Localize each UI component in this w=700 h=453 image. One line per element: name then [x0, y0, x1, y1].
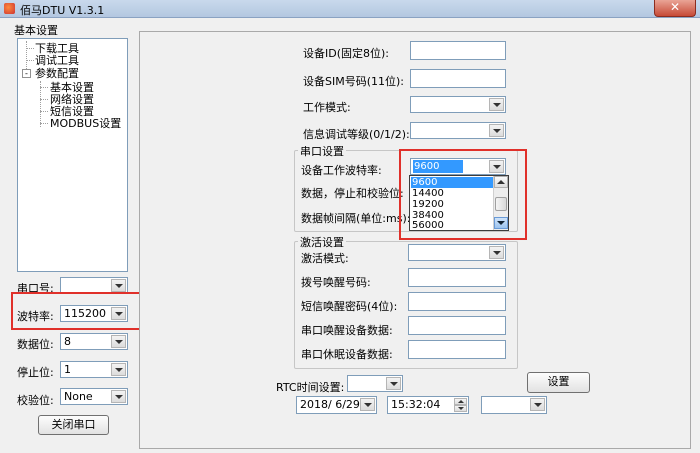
tree-line: [26, 41, 27, 71]
work-mode-select[interactable]: [410, 96, 506, 113]
title-bar: 佰马DTU V1.3.1 ✕: [0, 0, 700, 18]
date-value: 2018/ 6/29: [300, 398, 360, 411]
tree-item-modbus-settings[interactable]: MODBUS设置: [50, 117, 121, 130]
parity-value: None: [64, 390, 93, 403]
stopbits-select[interactable]: 1: [60, 361, 128, 378]
rtc-select[interactable]: [347, 375, 403, 392]
data-stop-parity-label: 数据，停止和校验位:: [301, 187, 404, 200]
chevron-down-icon[interactable]: [386, 377, 401, 390]
work-baud-label: 设备工作波特率:: [301, 164, 382, 177]
device-id-label: 设备ID(固定8位):: [303, 47, 390, 60]
serial-wake-label: 串口唤醒设备数据:: [301, 324, 393, 337]
device-sim-input[interactable]: [410, 69, 506, 88]
serial-sleep-label: 串口休眠设备数据:: [301, 348, 393, 361]
close-window-button[interactable]: ✕: [654, 0, 696, 17]
nav-tree[interactable]: 下载工具 调试工具 - 参数配置 基本设置 网络设置 短信设置 MODBUS设置: [17, 38, 128, 272]
chevron-down-icon[interactable]: [111, 335, 126, 348]
tree-line: [40, 87, 48, 88]
time-spinner[interactable]: [454, 398, 467, 413]
stopbits-label: 停止位:: [17, 366, 54, 379]
rtc-label: RTC时间设置:: [276, 381, 345, 394]
activation-mode-select[interactable]: [408, 244, 506, 261]
sms-wake-label: 短信唤醒密码(4位):: [301, 300, 398, 313]
tree-item-param-config[interactable]: 参数配置: [35, 67, 79, 80]
tree-line: [26, 48, 34, 49]
frame-interval-label: 数据帧间隔(单位:ms):: [301, 212, 411, 225]
close-port-button[interactable]: 关闭串口: [38, 415, 109, 435]
device-sim-label: 设备SIM号码(11位):: [303, 75, 405, 88]
tree-line: [40, 123, 48, 124]
debug-level-select[interactable]: [410, 122, 506, 139]
tree-line: [26, 60, 34, 61]
tree-line: [40, 111, 48, 112]
time-value: 15:32:04: [391, 398, 441, 411]
chevron-down-icon[interactable]: [111, 390, 126, 403]
chevron-down-icon[interactable]: [111, 279, 126, 292]
databits-label: 数据位:: [17, 338, 54, 351]
chevron-down-icon[interactable]: [489, 124, 504, 137]
sms-wake-input[interactable]: [408, 292, 506, 311]
chevron-down-icon[interactable]: [111, 307, 126, 320]
highlight-box: [399, 149, 527, 240]
tree-item-debug-tool[interactable]: 调试工具: [35, 54, 79, 67]
time-input[interactable]: 15:32:04: [387, 396, 469, 414]
work-mode-label: 工作模式:: [303, 101, 351, 114]
app-icon: [4, 3, 15, 14]
chevron-down-icon[interactable]: [530, 398, 545, 411]
parity-label: 校验位:: [17, 394, 54, 407]
basic-settings-label: 基本设置: [14, 24, 58, 37]
dial-wake-label: 拨号唤醒号码:: [301, 276, 371, 289]
timezone-select[interactable]: [481, 396, 547, 414]
debug-level-label: 信息调试等级(0/1/2):: [303, 128, 410, 141]
chevron-down-icon[interactable]: [111, 363, 126, 376]
set-button[interactable]: 设置: [527, 372, 590, 393]
stopbits-value: 1: [64, 363, 71, 376]
databits-select[interactable]: 8: [60, 333, 128, 350]
activation-settings-title: 激活设置: [298, 234, 346, 250]
baud-value: 115200: [64, 307, 106, 320]
window-title: 佰马DTU V1.3.1: [20, 4, 105, 17]
date-picker[interactable]: 2018/ 6/29: [296, 396, 377, 414]
chevron-down-icon[interactable]: [489, 98, 504, 111]
collapse-icon[interactable]: -: [22, 69, 31, 78]
dial-wake-input[interactable]: [408, 268, 506, 287]
settings-panel: [139, 31, 691, 449]
chevron-down-icon[interactable]: [489, 246, 504, 259]
serial-settings-title: 串口设置: [298, 143, 346, 159]
activation-mode-label: 激活模式:: [301, 252, 349, 265]
spin-up-icon[interactable]: [454, 398, 467, 405]
device-id-input[interactable]: [410, 41, 506, 60]
serial-sleep-input[interactable]: [408, 340, 506, 359]
databits-value: 8: [64, 335, 71, 348]
spin-down-icon[interactable]: [454, 405, 467, 412]
parity-select[interactable]: None: [60, 388, 128, 405]
serial-wake-input[interactable]: [408, 316, 506, 335]
tree-line: [40, 99, 48, 100]
chevron-down-icon[interactable]: [360, 398, 375, 411]
baud-label: 波特率:: [17, 310, 54, 323]
baud-select[interactable]: 115200: [60, 305, 128, 322]
